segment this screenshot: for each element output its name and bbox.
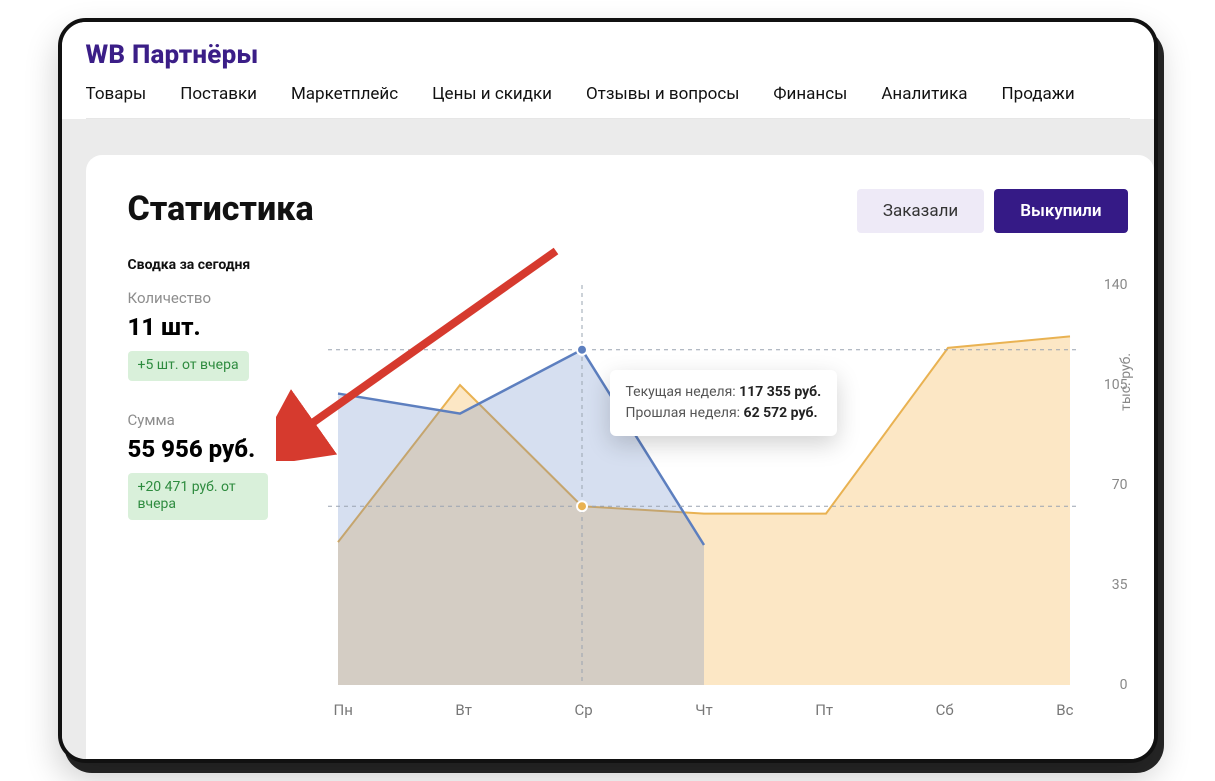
tooltip-prev-value: 62 572 руб. — [744, 405, 818, 421]
sum-delta-badge: +20 471 руб. от вчера — [128, 473, 268, 520]
sum-label: Сумма — [128, 411, 328, 429]
nav-supplies[interactable]: Поставки — [180, 84, 257, 104]
stats-card: Статистика Заказали Выкупили Сводка за с… — [86, 155, 1154, 759]
sum-value: 55 956 руб. — [128, 435, 328, 463]
qty-label: Количество — [128, 289, 328, 307]
nav-reviews[interactable]: Отзывы и вопросы — [586, 84, 739, 104]
toggle-ordered[interactable]: Заказали — [857, 189, 984, 233]
y-tick: 0 — [1120, 677, 1128, 693]
view-toggle: Заказали Выкупили — [857, 189, 1128, 233]
chart-tooltip: Текущая неделя: 117 355 руб. Прошлая нед… — [610, 370, 838, 436]
qty-delta-badge: +5 шт. от вчера — [128, 351, 249, 381]
x-tick: Пн — [334, 701, 353, 719]
tooltip-current-value: 117 355 руб. — [739, 384, 821, 400]
nav-goods[interactable]: Товары — [86, 84, 147, 104]
x-tick: Ср — [574, 701, 592, 719]
x-tick: Вт — [455, 701, 472, 719]
nav-finance[interactable]: Финансы — [773, 84, 847, 104]
nav-prices[interactable]: Цены и скидки — [432, 84, 552, 104]
x-tick: Пт — [815, 701, 833, 719]
y-tick: 140 — [1104, 277, 1128, 293]
summary-title: Сводка за сегодня — [128, 257, 328, 273]
tooltip-current-label: Текущая неделя: — [626, 384, 740, 400]
weekly-chart[interactable]: тыс. руб. 03570105140 ПнВтСрЧтПтСбВс Тек… — [328, 285, 1128, 715]
nav-sales[interactable]: Продажи — [1002, 84, 1075, 104]
x-tick: Сб — [936, 701, 954, 719]
y-ticks: 03570105140 — [1088, 285, 1128, 685]
x-ticks: Пн Вт Ср Чт Пт Сб Вс — [328, 701, 1080, 719]
stat-quantity: Количество 11 шт. +5 шт. от вчера — [128, 289, 328, 381]
window-frame: WB Партнёры Товары Поставки Маркетплейс … — [58, 18, 1158, 763]
toggle-bought[interactable]: Выкупили — [994, 189, 1127, 233]
nav-analytics[interactable]: Аналитика — [881, 84, 967, 104]
top-nav: Товары Поставки Маркетплейс Цены и скидк… — [86, 84, 1130, 119]
y-tick: 105 — [1104, 377, 1128, 393]
y-tick: 35 — [1112, 577, 1128, 593]
chart-canvas — [328, 285, 1080, 685]
brand-logo: WB Партнёры — [86, 40, 1130, 84]
nav-marketplace[interactable]: Маркетплейс — [291, 84, 398, 104]
x-tick: Вс — [1056, 701, 1073, 719]
x-tick: Чт — [695, 701, 712, 719]
y-tick: 70 — [1112, 477, 1128, 493]
tooltip-prev-label: Прошлая неделя: — [626, 405, 744, 421]
qty-value: 11 шт. — [128, 313, 328, 341]
stat-sum: Сумма 55 956 руб. +20 471 руб. от вчера — [128, 411, 328, 520]
